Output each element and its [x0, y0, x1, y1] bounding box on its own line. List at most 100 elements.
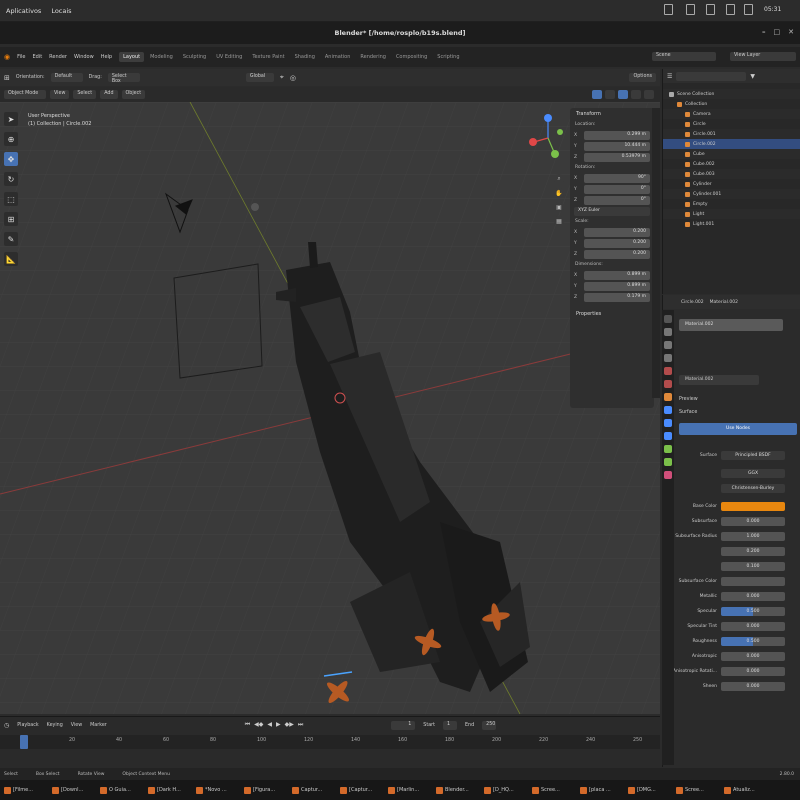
object-menu[interactable]: Object [121, 90, 146, 99]
start-frame-field[interactable]: 1 [443, 720, 458, 730]
outliner-item[interactable]: Scene Collection [663, 89, 800, 99]
view-menu-timeline[interactable]: View [71, 723, 82, 728]
workspace-tab-compositing[interactable]: Compositing [392, 52, 431, 62]
constraints-tab-icon[interactable] [664, 445, 672, 453]
material-shading-icon[interactable] [631, 90, 641, 99]
solid-shading-icon[interactable] [618, 90, 628, 99]
property-value-field[interactable]: 0.000 [721, 666, 785, 676]
clock[interactable]: 05:31 [764, 6, 781, 13]
outliner-item[interactable]: Camera [663, 109, 800, 119]
property-value-field[interactable]: 0.200 [721, 546, 785, 556]
taskbar-item[interactable]: Scree... [532, 783, 576, 798]
tray-indicator-icon[interactable] [664, 4, 673, 15]
menu-render[interactable]: Render [49, 54, 67, 60]
menu-window[interactable]: Window [74, 54, 94, 60]
mode-dropdown[interactable]: Object Mode [4, 90, 46, 99]
rotation-z-field[interactable]: 0° [584, 195, 650, 205]
property-value-field[interactable]: 1.000 [721, 531, 785, 541]
taskbar-item[interactable]: *Novo ... [196, 783, 240, 798]
rotation-x-field[interactable]: 90° [584, 173, 650, 183]
location-y-field[interactable]: 10.444 m [584, 141, 650, 151]
end-frame-field[interactable]: 250 [482, 720, 497, 730]
outliner-item[interactable]: Cylinder [663, 179, 800, 189]
filter-icon[interactable]: ▼ [750, 73, 755, 80]
material-slot[interactable]: Material.002 [679, 319, 783, 331]
orientation-dropdown[interactable]: Default [50, 73, 83, 82]
prev-keyframe-icon[interactable]: ◀◆ [254, 721, 263, 729]
render-tab-icon[interactable] [664, 328, 672, 336]
outliner-editor-icon[interactable]: ☰ [667, 73, 672, 80]
transform-orientation-dropdown[interactable]: Global [245, 73, 274, 82]
taskbar-item[interactable]: [Captur... [340, 783, 384, 798]
places-menu[interactable]: Locais [51, 7, 71, 15]
outliner-item[interactable]: Light.001 [663, 219, 800, 229]
data-tab-icon[interactable] [664, 458, 672, 466]
property-value-field[interactable]: 0.000 [721, 651, 785, 661]
frame-ruler[interactable]: 020406080100120140160180200220240250 [0, 735, 660, 749]
timeline-editor-icon[interactable]: ◷ [4, 722, 9, 729]
tray-network-icon[interactable] [686, 4, 695, 15]
taskbar-item[interactable]: [D_HQ... [484, 783, 528, 798]
play-icon[interactable]: ▶ [276, 721, 281, 729]
keying-menu[interactable]: Keying [47, 723, 63, 728]
playhead[interactable] [20, 735, 28, 749]
menu-edit[interactable]: Edit [32, 54, 42, 60]
outliner-item[interactable]: Circle.001 [663, 129, 800, 139]
property-value-field[interactable]: 0.000 [721, 621, 785, 631]
marker-menu[interactable]: Marker [90, 723, 107, 728]
taskbar-item[interactable]: Captur... [292, 783, 336, 798]
taskbar-item[interactable]: [Figura... [244, 783, 288, 798]
material-selector[interactable]: Material.002 [679, 375, 759, 385]
playback-menu[interactable]: Playback [17, 723, 38, 728]
preview-section[interactable]: Preview [679, 397, 800, 402]
tray-battery-icon[interactable] [726, 4, 735, 15]
annotate-tool-icon[interactable]: ✎ [4, 232, 18, 246]
jump-start-icon[interactable]: ⏮ [245, 721, 250, 729]
outliner-item[interactable]: Cube.002 [663, 159, 800, 169]
drag-dropdown[interactable]: Select Box [107, 73, 140, 84]
rendered-shading-icon[interactable] [644, 90, 654, 99]
wireframe-shading-icon[interactable] [605, 90, 615, 99]
property-value-field[interactable]: 0.500 [721, 636, 785, 646]
sidebar-tabs[interactable] [652, 108, 660, 398]
zoom-icon[interactable]: ⌕ [554, 174, 564, 184]
property-value-field[interactable]: 0.000 [721, 681, 785, 691]
rotation-y-field[interactable]: 0° [584, 184, 650, 194]
measure-tool-icon[interactable]: 📐 [4, 252, 18, 266]
dimension-x-field[interactable]: 0.899 m [584, 270, 650, 280]
property-value-field[interactable]: 0.000 [721, 591, 785, 601]
dimension-y-field[interactable]: 0.899 m [584, 281, 650, 291]
taskbar-item[interactable]: Scree... [676, 783, 720, 798]
select-tool-icon[interactable]: ➤ [4, 112, 18, 126]
perspective-toggle-icon[interactable]: ▦ [554, 216, 564, 226]
workspace-tab-texture-paint[interactable]: Texture Paint [248, 52, 288, 62]
property-value-field[interactable] [721, 576, 785, 586]
view-layer-tab-icon[interactable] [664, 354, 672, 362]
snap-icon[interactable]: ⌖ [280, 73, 284, 82]
outliner-item[interactable]: Empty [663, 199, 800, 209]
material-breadcrumb[interactable]: Material.002 [710, 300, 738, 305]
taskbar-item[interactable]: O Guia... [100, 783, 144, 798]
editor-type-icon[interactable]: ⊞ [4, 74, 10, 82]
proportional-edit-icon[interactable]: ◎ [290, 74, 296, 82]
select-menu[interactable]: Select [73, 90, 97, 99]
pan-icon[interactable]: ✋ [554, 188, 564, 198]
blender-logo-icon[interactable]: ◉ [4, 53, 10, 61]
minimize-icon[interactable]: – [762, 28, 766, 36]
menu-file[interactable]: File [17, 54, 25, 60]
subsurface-method-dropdown[interactable]: Christensen-Burley [721, 483, 785, 493]
properties-header[interactable]: Properties [570, 308, 654, 320]
workspace-tab-shading[interactable]: Shading [291, 52, 319, 62]
use-nodes-button[interactable]: Use Nodes [679, 423, 797, 435]
menu-help[interactable]: Help [101, 54, 112, 60]
workspace-tab-sculpting[interactable]: Sculpting [179, 52, 210, 62]
outliner-item[interactable]: Collection [663, 99, 800, 109]
scale-y-field[interactable]: 0.200 [584, 238, 650, 248]
play-reverse-icon[interactable]: ◀ [267, 721, 272, 729]
scene-selector[interactable]: Scene [652, 52, 716, 61]
surface-shader-dropdown[interactable]: Principled BSDF [721, 450, 785, 460]
maximize-icon[interactable]: □ [774, 28, 781, 36]
material-tab-icon[interactable] [664, 471, 672, 479]
property-value-field[interactable]: 0.100 [721, 561, 785, 571]
tray-volume-icon[interactable] [706, 4, 715, 15]
